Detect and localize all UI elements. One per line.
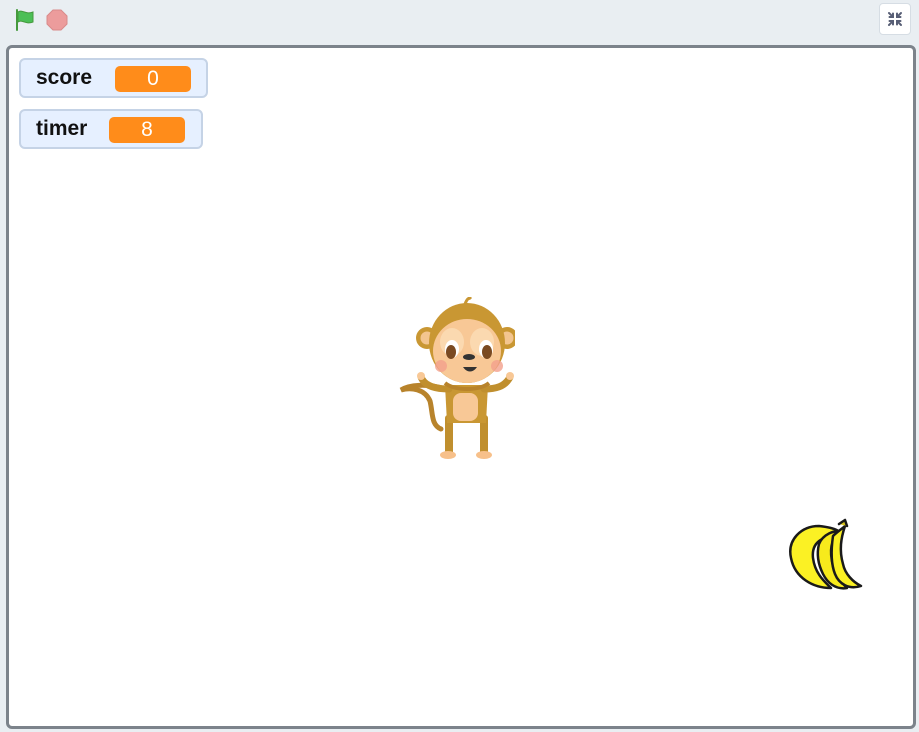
stage[interactable]: score 0 timer 8 xyxy=(6,45,916,729)
timer-label: timer xyxy=(36,117,88,140)
score-value: 0 xyxy=(115,66,191,92)
monkey-sprite[interactable] xyxy=(397,297,515,463)
stop-sign-icon[interactable] xyxy=(46,9,68,31)
unfullscreen-icon xyxy=(888,12,902,26)
green-flag-icon[interactable] xyxy=(13,8,37,32)
unfullscreen-button[interactable] xyxy=(879,3,911,35)
stage-header xyxy=(0,0,919,42)
bananas-sprite[interactable] xyxy=(787,518,865,592)
score-monitor: score 0 xyxy=(19,58,208,98)
score-label: score xyxy=(36,66,93,89)
timer-monitor: timer 8 xyxy=(19,109,203,149)
timer-value: 8 xyxy=(109,117,185,143)
